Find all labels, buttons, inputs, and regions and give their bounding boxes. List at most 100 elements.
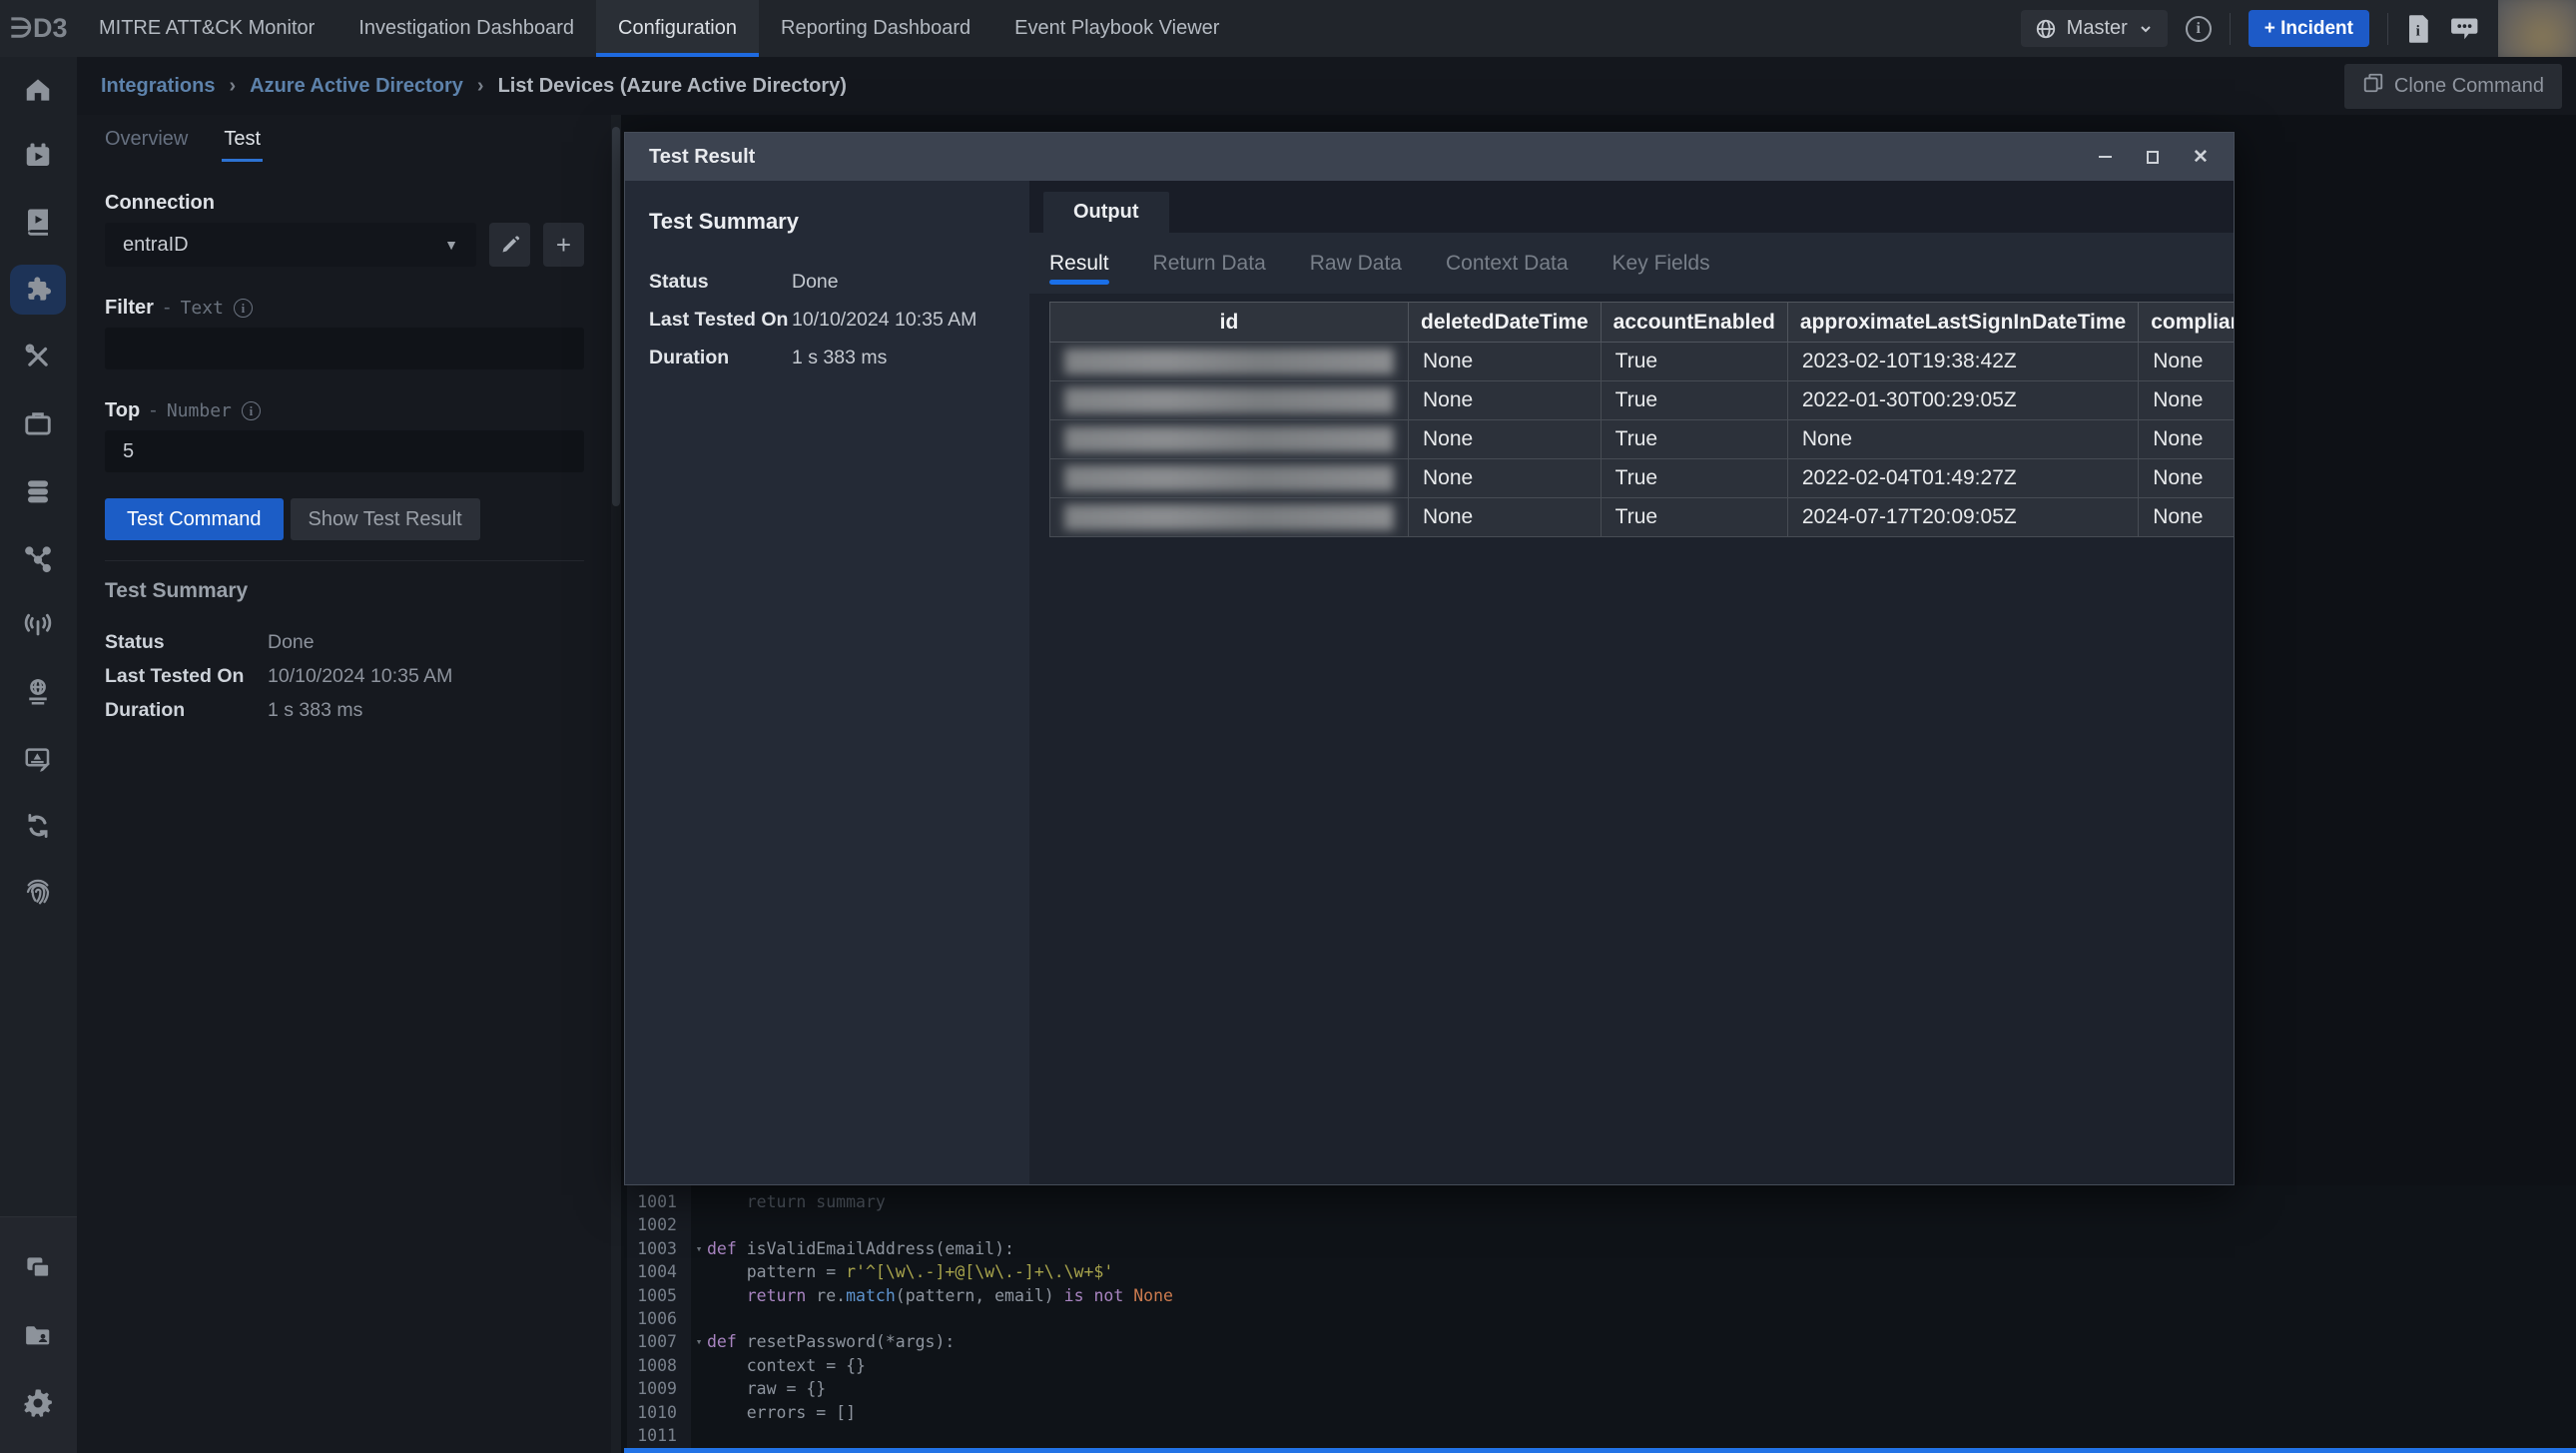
summary-label: Duration [649,347,792,369]
sidebar-item-settings-gear-icon[interactable] [10,1378,66,1428]
fold-spacer [691,1284,707,1307]
sidebar-item-utility-tools-icon[interactable] [10,332,66,381]
sidebar-item-multi-window-icon[interactable] [10,1243,66,1293]
tab-test[interactable]: Test [224,128,261,162]
top-info-icon[interactable]: i [242,401,261,420]
column-header-accountenabled[interactable]: accountEnabled [1601,303,1787,343]
close-button[interactable]: ✕ [2192,148,2210,166]
code-line: 1004 pattern = r'^[\w\.-]+@[\w\.-]+\.\w+… [627,1260,2576,1283]
document-info-icon[interactable]: i [2406,14,2432,44]
code-line: 1005 return re.match(pattern, email) is … [627,1284,2576,1307]
edit-connection-button[interactable] [489,223,530,267]
filter-input[interactable] [105,328,584,369]
nav-item-reporting-dashboard[interactable]: Reporting Dashboard [759,0,992,57]
site-selector[interactable]: Master [2021,10,2168,47]
subtab-return-data[interactable]: Return Data [1153,233,1266,294]
avatar[interactable] [2498,0,2576,57]
show-test-result-button[interactable]: Show Test Result [291,498,480,540]
redacted-id-block [1064,426,1394,452]
breadcrumb-item-integrations[interactable]: Integrations [101,75,215,98]
clone-command-button[interactable]: Clone Command [2344,64,2562,109]
modal-summary-row-status: StatusDone [649,263,1013,301]
table-cell [1050,459,1409,498]
sidebar-item-connections-icon[interactable] [10,533,66,583]
info-icon[interactable]: i [2186,16,2212,42]
panel-scrollbar[interactable] [611,115,621,1453]
column-header-approximatelastsignindatetime[interactable]: approximateLastSignInDateTime [1787,303,2138,343]
summary-value: Done [268,631,315,654]
table-row[interactable]: NoneTrue2022-02-04T01:49:27ZNone [1050,459,2235,498]
fold-spacer [691,1354,707,1377]
minimize-button[interactable] [2096,148,2114,166]
test-command-button[interactable]: Test Command [105,498,284,540]
table-row[interactable]: NoneTrue2024-07-17T20:09:05ZNone [1050,498,2235,537]
tab-output[interactable]: Output [1043,192,1169,233]
table-cell [1050,343,1409,381]
table-row[interactable]: NoneTrueNoneNone [1050,420,2235,459]
connection-select[interactable]: entraID ▼ [105,223,476,267]
sidebar-item-integrations-icon[interactable] [10,265,66,315]
chat-icon[interactable] [2450,15,2480,43]
table-cell: None [1409,381,1602,420]
connection-label: Connection [105,192,584,215]
subtab-result[interactable]: Result [1049,233,1109,294]
code-line: 1007▾def resetPassword(*args): [627,1330,2576,1353]
table-row[interactable]: NoneTrue2022-01-30T00:29:05ZNone [1050,381,2235,420]
nav-item-investigation-dashboard[interactable]: Investigation Dashboard [336,0,596,57]
panel-test-summary: Test Summary StatusDoneLast Tested On10/… [105,560,584,727]
code-line: 1006 [627,1307,2576,1330]
modal-test-summary: Test Summary StatusDoneLast Tested On10/… [625,181,1029,1184]
sidebar-item-broadcast-icon[interactable] [10,599,66,649]
summary-label: Status [649,271,792,294]
fold-spacer [691,1401,707,1424]
summary-label: Status [105,631,268,654]
code-line: 1011 [627,1424,2576,1447]
subtab-key-fields[interactable]: Key Fields [1612,233,1710,294]
table-row[interactable]: NoneTrue2023-02-10T19:38:42ZNone [1050,343,2235,381]
fold-arrow-icon[interactable]: ▾ [691,1330,707,1353]
breadcrumb-item-azure-active-directory[interactable]: Azure Active Directory [250,75,463,98]
sidebar-item-workspace-icon[interactable] [10,398,66,448]
tab-overview[interactable]: Overview [105,128,188,162]
sidebar-item-home-icon[interactable] [10,65,66,115]
modal-output-area: Output Result Return Data Raw Data Context … [1029,181,2234,1184]
code-line: 1003▾def isValidEmailAddress(email): [627,1237,2576,1260]
filter-label: Filter - Text i [105,297,584,320]
table-cell: None [2139,343,2234,381]
table-cell: True [1601,381,1787,420]
subtab-context-data[interactable]: Context Data [1446,233,1569,294]
nav-item-event-playbook-viewer[interactable]: Event Playbook Viewer [992,0,1241,57]
sidebar-item-address-book-icon[interactable] [10,1310,66,1360]
modal-header[interactable]: Test Result ✕ [625,133,2234,181]
column-header-complianceex[interactable]: complianceEx [2139,303,2234,343]
column-header-id[interactable]: id [1050,303,1409,343]
table-cell: 2022-02-04T01:49:27Z [1787,459,2138,498]
line-number: 1005 [627,1284,691,1307]
breadcrumb-item-list-devices-azure-active-directory: List Devices (Azure Active Directory) [498,75,847,98]
command-test-panel: Overview Test Connection entraID ▼ + Filt… [105,128,584,727]
column-header-deleteddatetime[interactable]: deletedDateTime [1409,303,1602,343]
add-incident-button[interactable]: + Incident [2249,10,2369,47]
sidebar-item-playbook-icon[interactable] [10,197,66,247]
test-result-modal: Test Result ✕ Test Summary StatusDoneLas… [624,132,2235,1185]
result-table-wrap[interactable]: iddeletedDateTimeaccountEnabledapproxima… [1049,302,2234,1176]
fold-arrow-icon[interactable]: ▾ [691,1237,707,1260]
add-connection-button[interactable]: + [543,223,584,267]
sidebar-item-web-globe-icon[interactable] [10,667,66,717]
nav-item-configuration[interactable]: Configuration [596,0,759,57]
summary-value: 1 s 383 ms [792,347,887,369]
sidebar-item-event-schedule-icon[interactable] [10,131,66,181]
filter-info-icon[interactable]: i [234,299,253,318]
sidebar-item-sync-icon[interactable] [10,801,66,851]
table-cell [1050,381,1409,420]
sidebar-item-report-edit-icon[interactable] [10,734,66,784]
maximize-button[interactable] [2144,148,2162,166]
code-editor[interactable]: 1001 return summary10021003▾def isValidE… [611,1185,2576,1453]
top-input[interactable] [105,430,584,472]
nav-item-mitre-att-ck-monitor[interactable]: MITRE ATT&CK Monitor [77,0,336,57]
chevron-down-icon [2138,21,2154,37]
sidebar-item-database-icon[interactable] [10,466,66,516]
subtab-raw-data[interactable]: Raw Data [1310,233,1402,294]
sidebar-item-fingerprint-icon[interactable] [10,867,66,917]
code-line: 1009 raw = {} [627,1377,2576,1400]
